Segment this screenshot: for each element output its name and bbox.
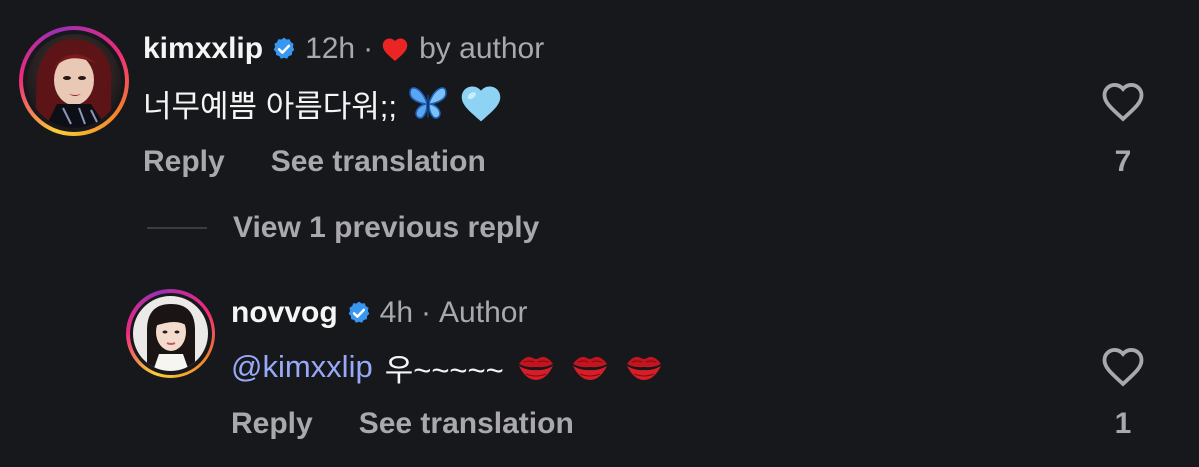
comment-time: 12h: [305, 32, 356, 65]
heart-outline-icon: [1102, 348, 1144, 387]
comment-text: 너무예쁨 아름다워;;: [143, 88, 397, 124]
separator-dot: ·: [421, 296, 432, 329]
heart-outline-icon: [1102, 83, 1144, 122]
comment-header: kimxxlip 12h · by author: [143, 30, 544, 68]
verified-badge-icon: [271, 36, 297, 62]
comment-username[interactable]: kimxxlip: [143, 32, 263, 66]
reply-button[interactable]: Reply: [143, 145, 225, 179]
reply-actions: Reply See translation: [231, 404, 574, 444]
light-blue-heart-icon: [459, 82, 503, 124]
comment-avatar[interactable]: [19, 26, 129, 136]
view-replies-label: View 1 previous reply: [233, 211, 540, 244]
reply-text: 우~~~~~: [384, 352, 504, 388]
separator-dot: ·: [363, 32, 374, 65]
comment-body: 너무예쁨 아름다워;;: [143, 80, 503, 126]
verified-badge-icon: [346, 300, 372, 326]
liked-heart-icon: [381, 36, 409, 62]
comment-like-count: 7: [1114, 145, 1132, 178]
author-label: Author: [439, 296, 528, 329]
avatar-image: [133, 296, 208, 371]
kiss-mark-icon: [516, 350, 556, 384]
reply-time: 4h: [379, 296, 414, 329]
reply-like-count: 1: [1114, 407, 1132, 440]
comment-like-button[interactable]: [1100, 80, 1146, 127]
kiss-mark-icon: [624, 350, 664, 384]
comment-actions: Reply See translation: [143, 142, 486, 182]
reply-username[interactable]: novvog: [231, 296, 338, 330]
reply-body: @kimxxlip 우~~~~~: [231, 344, 664, 390]
reply-header: novvog 4h · Author: [231, 294, 527, 332]
mention-link[interactable]: @kimxxlip: [231, 349, 373, 385]
reply-avatar[interactable]: [126, 289, 215, 378]
see-translation-button[interactable]: See translation: [359, 407, 574, 441]
view-previous-replies-button[interactable]: View 1 previous reply: [147, 208, 539, 248]
reply-like-button[interactable]: [1100, 345, 1146, 392]
reply-button[interactable]: Reply: [231, 407, 313, 441]
avatar-image: [27, 34, 121, 128]
liked-by-author-label: by author: [419, 32, 545, 65]
see-translation-button[interactable]: See translation: [271, 145, 486, 179]
replies-divider-line: [147, 227, 207, 229]
butterfly-icon: [407, 82, 449, 124]
kiss-mark-icon: [570, 350, 610, 384]
